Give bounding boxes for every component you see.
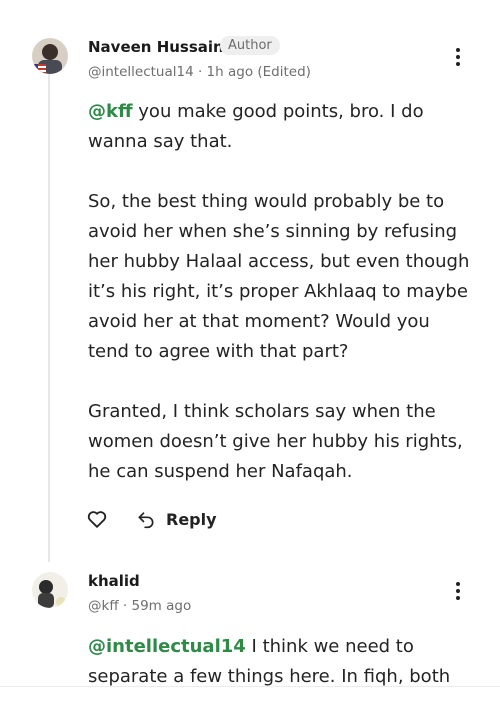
reply-button[interactable]: Reply bbox=[136, 509, 217, 529]
body-line: wanna say that. bbox=[88, 131, 233, 152]
body-text: you make good points, bro. I do bbox=[132, 101, 424, 122]
comment-body: @intellectual14 I think we need to separ… bbox=[88, 632, 478, 692]
body-line: separate a few things here. In fiqh, bot… bbox=[88, 666, 451, 687]
body-line: her hubby Halaal access, but even though bbox=[88, 251, 470, 272]
body-line: women doesn’t give her hubby his rights, bbox=[88, 431, 463, 452]
divider bbox=[0, 686, 500, 687]
thread-connector-line bbox=[48, 74, 50, 562]
body-line: @intellectual14 I think we need to bbox=[88, 632, 478, 662]
body-line: he can suspend her Nafaqah. bbox=[88, 461, 353, 482]
body-line: Granted, I think scholars say when the bbox=[88, 401, 436, 422]
more-options-icon[interactable] bbox=[448, 578, 468, 604]
comment-actions: Reply bbox=[86, 508, 217, 530]
body-line: it’s his right, it’s proper Akhlaaq to m… bbox=[88, 281, 468, 302]
comment-meta: @kff · 59m ago bbox=[88, 598, 192, 614]
author-badge: Author bbox=[220, 36, 280, 55]
avatar[interactable] bbox=[32, 572, 68, 608]
body-line: So, the best thing would probably be to bbox=[88, 191, 445, 212]
body-line: avoid her at that moment? Would you bbox=[88, 311, 430, 332]
author-name[interactable]: Naveen Hussain bbox=[88, 38, 224, 56]
body-text: I think we need to bbox=[245, 636, 414, 657]
body-line: @kff you make good points, bro. I do bbox=[88, 97, 478, 127]
mention-link[interactable]: @intellectual14 bbox=[88, 636, 246, 657]
comment-meta: @intellectual14 · 1h ago (Edited) bbox=[88, 64, 311, 80]
reply-arrow-icon bbox=[138, 512, 154, 529]
author-name[interactable]: khalid bbox=[88, 572, 140, 590]
avatar-photo bbox=[32, 38, 68, 74]
more-options-icon[interactable] bbox=[448, 44, 468, 70]
heart-icon[interactable] bbox=[86, 508, 108, 530]
avatar[interactable] bbox=[32, 38, 68, 74]
comment-body: @kff you make good points, bro. I do wan… bbox=[88, 97, 478, 487]
body-line: tend to agree with that part? bbox=[88, 341, 349, 362]
avatar-photo bbox=[32, 572, 68, 608]
body-line: avoid her when she’s sinning by refusing bbox=[88, 221, 458, 242]
mention-link[interactable]: @kff bbox=[88, 101, 133, 122]
reply-label: Reply bbox=[166, 509, 217, 529]
